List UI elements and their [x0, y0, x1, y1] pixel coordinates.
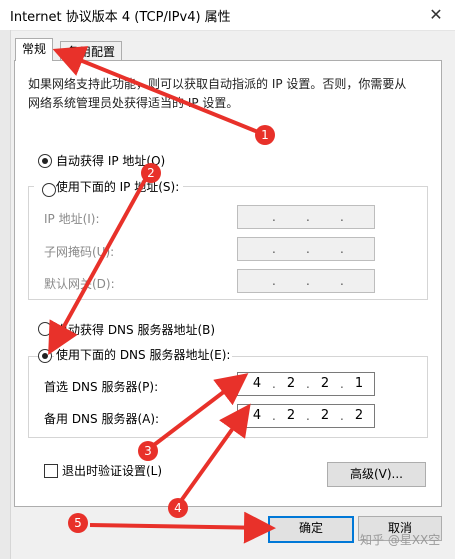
annotation-badge-1: 1: [255, 125, 275, 145]
annotation-badge-2: 2: [141, 163, 161, 183]
watermark: 知乎 @星XX空: [360, 533, 441, 547]
tab-general[interactable]: 常规: [15, 38, 54, 61]
annotation-badge-3: 3: [138, 441, 158, 461]
annotation-badge-5: 5: [68, 513, 88, 533]
arrow-5: [89, 511, 276, 544]
annotation-badge-4: 4: [168, 498, 188, 518]
annotation-arrows: [48, 46, 276, 544]
arrow-1: [52, 46, 259, 134]
arrow-4: [176, 403, 251, 507]
arrow-2: [48, 179, 147, 355]
